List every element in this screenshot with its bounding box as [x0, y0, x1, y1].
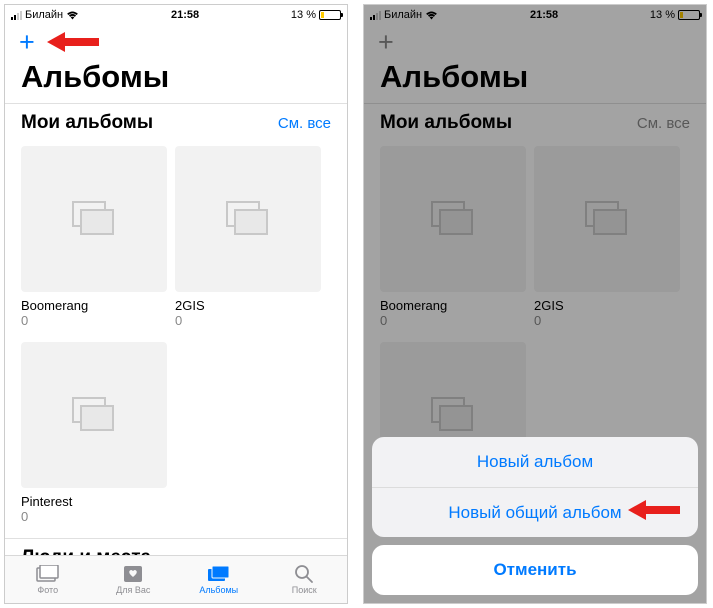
album-name: Boomerang [21, 298, 167, 313]
stack-icon [226, 201, 270, 237]
new-album-button[interactable]: Новый альбом [372, 437, 698, 487]
for-you-icon [121, 564, 145, 584]
photos-icon [36, 564, 60, 584]
stack-icon [72, 397, 116, 433]
nav-bar: + [5, 25, 347, 59]
see-all-link[interactable]: См. все [278, 115, 331, 132]
sheet-btn-label: Новый общий альбом [448, 503, 621, 523]
phone-left: Билайн 21:58 13 % + Альбомы Мои альбомы … [4, 4, 348, 604]
annotation-arrow-right [628, 498, 680, 527]
tab-label: Фото [37, 585, 58, 595]
album-item[interactable]: 2GIS 0 [175, 146, 321, 328]
tab-label: Поиск [292, 585, 317, 595]
album-name: 2GIS [175, 298, 321, 313]
tab-label: Альбомы [199, 585, 238, 595]
add-button[interactable]: + [19, 29, 35, 56]
tab-search[interactable]: Поиск [262, 556, 348, 603]
search-icon [292, 564, 316, 584]
albums-icon [207, 564, 231, 584]
album-thumbnail [21, 342, 167, 488]
album-thumbnail [21, 146, 167, 292]
signal-icon [11, 11, 22, 20]
tab-bar: Фото Для Вас Альбомы Поиск [5, 555, 347, 603]
page-title: Альбомы [5, 59, 347, 103]
album-item[interactable]: Boomerang 0 [21, 146, 167, 328]
section-my-albums: Мои альбомы См. все [5, 103, 347, 142]
album-item[interactable]: Pinterest 0 [21, 342, 167, 524]
battery-icon [319, 10, 341, 20]
album-count: 0 [21, 313, 167, 328]
album-name: Pinterest [21, 494, 167, 509]
album-thumbnail [175, 146, 321, 292]
wifi-icon [66, 11, 79, 20]
action-sheet: Новый альбом Новый общий альбом Отменить [372, 437, 698, 595]
stack-icon [72, 201, 116, 237]
status-bar: Билайн 21:58 13 % [5, 5, 347, 25]
cancel-button[interactable]: Отменить [372, 545, 698, 595]
battery-pct-label: 13 % [291, 9, 316, 21]
clock-label: 21:58 [171, 9, 199, 21]
annotation-arrow-left [47, 30, 99, 59]
carrier-label: Билайн [25, 9, 63, 21]
tab-albums[interactable]: Альбомы [176, 556, 262, 603]
new-shared-album-button[interactable]: Новый общий альбом [372, 487, 698, 537]
tab-label: Для Вас [116, 585, 150, 595]
section-title: Мои альбомы [21, 112, 153, 134]
phone-right: Билайн 21:58 13 % + Альбомы Мои альбомы … [363, 4, 707, 604]
tab-for-you[interactable]: Для Вас [91, 556, 177, 603]
tab-photos[interactable]: Фото [5, 556, 91, 603]
album-count: 0 [175, 313, 321, 328]
album-count: 0 [21, 509, 167, 524]
